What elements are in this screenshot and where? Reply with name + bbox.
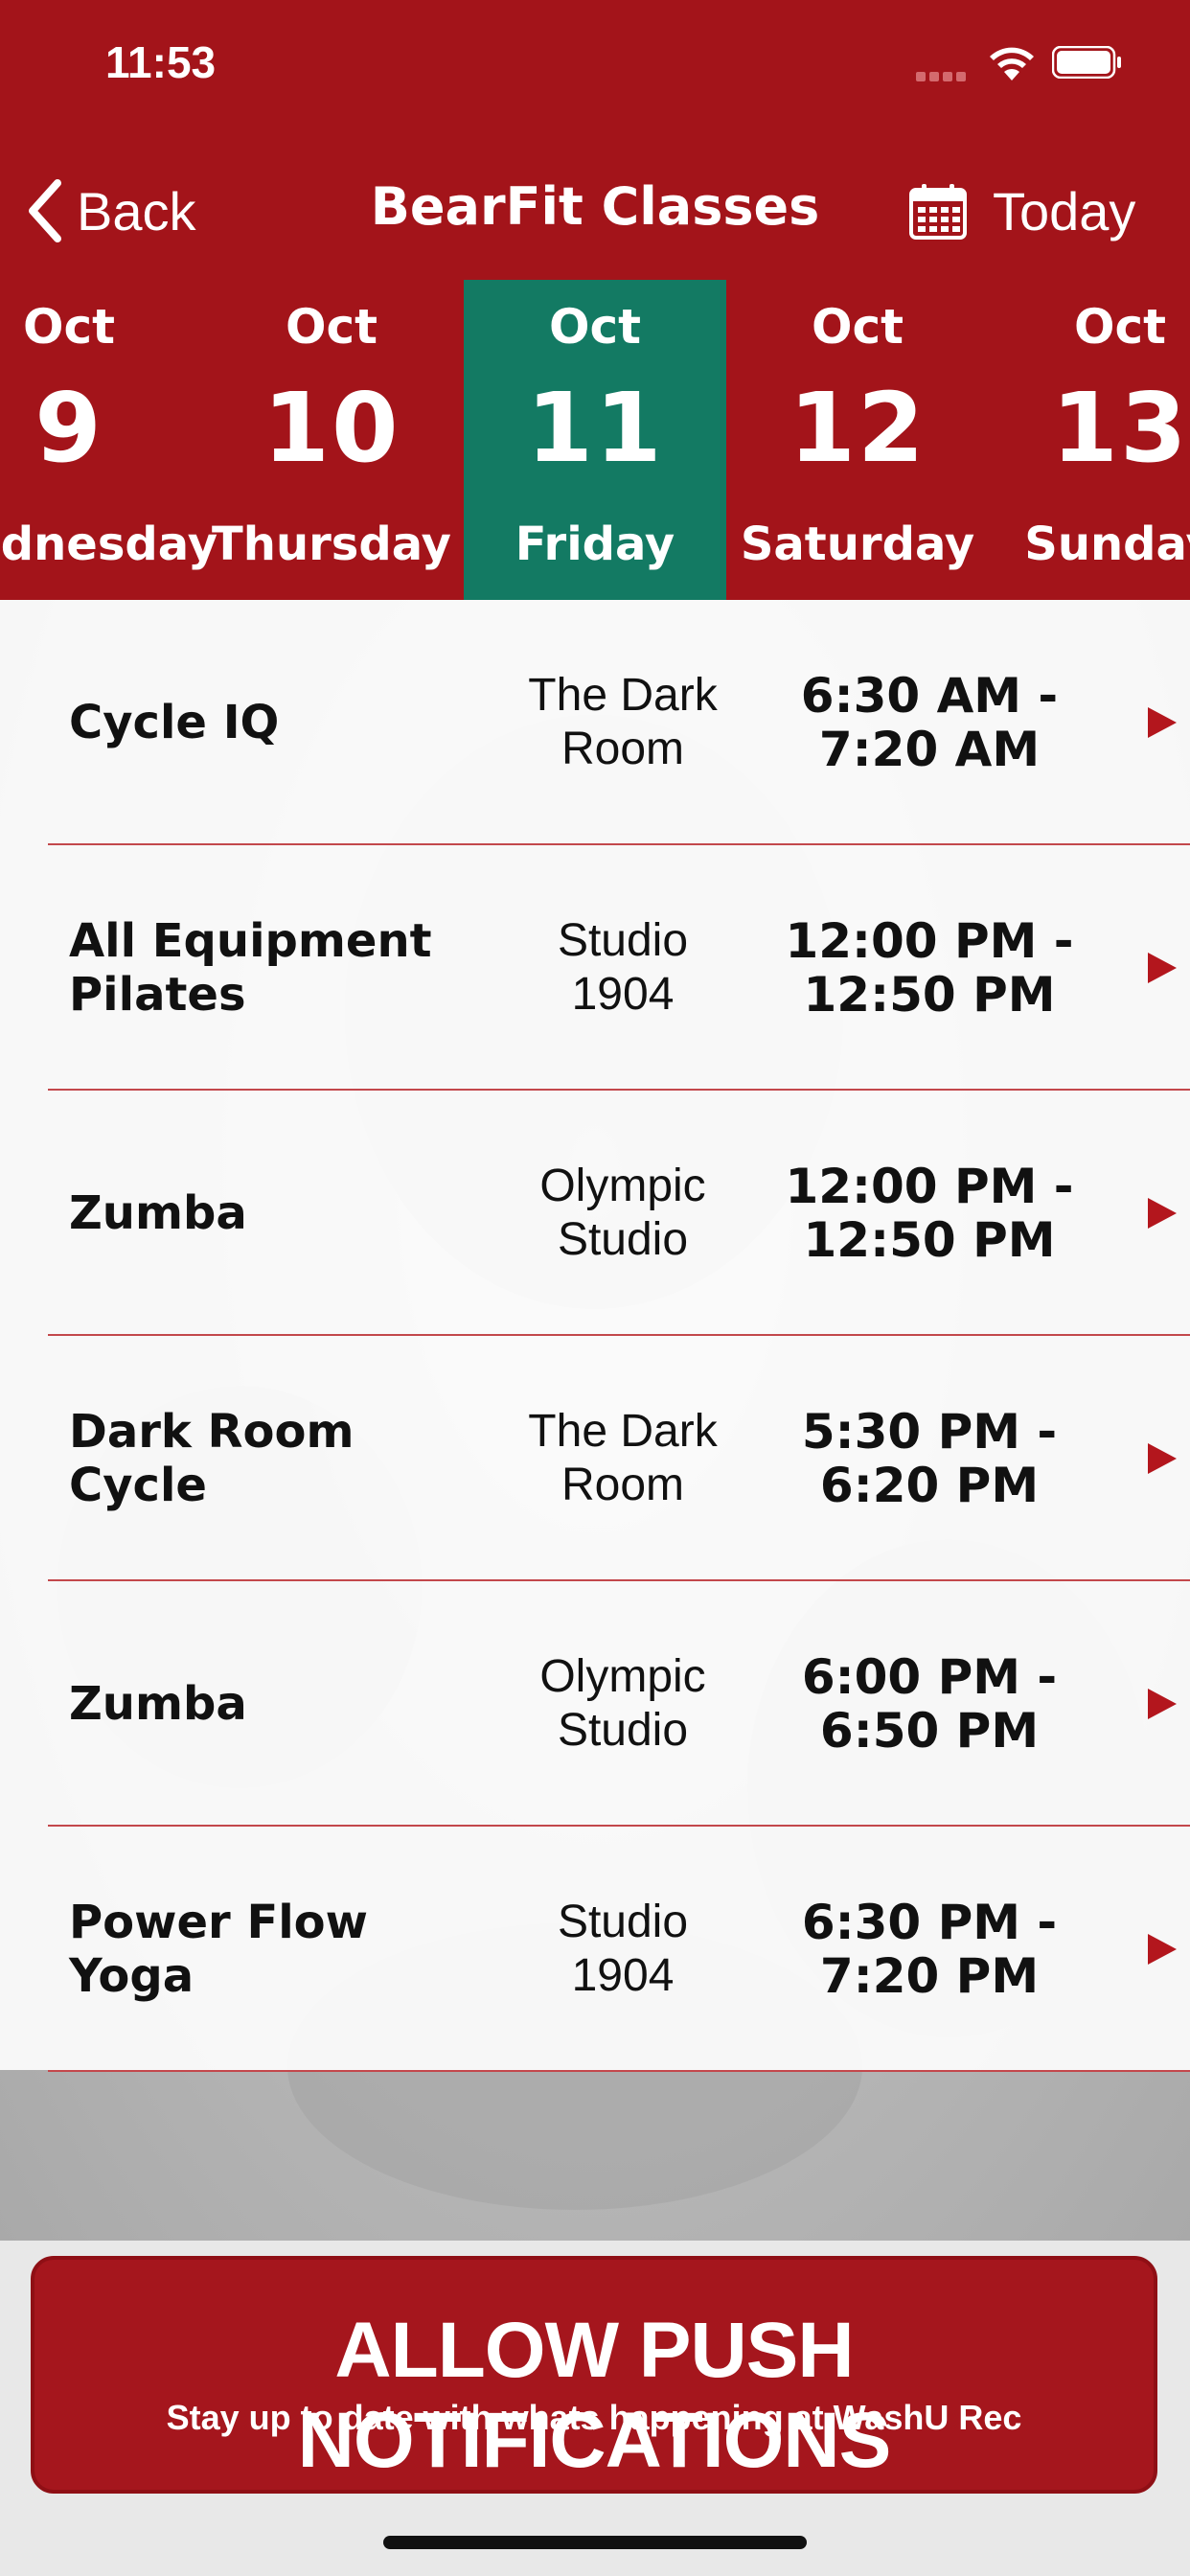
play-arrow-icon bbox=[1148, 1689, 1177, 1719]
date-oct-13[interactable]: Oct 13 Sunday bbox=[989, 280, 1190, 600]
battery-icon bbox=[1052, 46, 1121, 79]
play-arrow-icon bbox=[1148, 1443, 1177, 1474]
date-month: Oct bbox=[285, 299, 378, 355]
push-banner-title: ALLOW PUSH NOTIFICATIONS bbox=[297, 2307, 892, 2484]
class-name: Zumba bbox=[69, 1186, 247, 1240]
home-indicator bbox=[383, 2536, 807, 2549]
back-button[interactable]: Back bbox=[25, 172, 196, 249]
back-label: Back bbox=[77, 180, 196, 242]
class-time: 5:30 PM - 6:20 PM bbox=[801, 1404, 1058, 1513]
date-month: Oct bbox=[1073, 299, 1167, 355]
date-oct-12[interactable]: Oct 12 Saturday bbox=[726, 280, 989, 600]
class-row[interactable]: Cycle IQ The Dark Room 6:30 AM - 7:20 AM bbox=[0, 600, 1190, 845]
class-time: 12:00 PM - 12:50 PM bbox=[785, 1159, 1074, 1268]
play-arrow-icon bbox=[1148, 707, 1177, 738]
class-time: 6:00 PM - 6:50 PM bbox=[801, 1649, 1058, 1759]
class-row[interactable]: Zumba Olympic Studio 6:00 PM - 6:50 PM bbox=[0, 1581, 1190, 1827]
play-arrow-icon bbox=[1148, 1934, 1177, 1965]
class-room: Studio 1904 bbox=[557, 1897, 689, 2001]
date-selector: Oct 9 Wednesday Oct 10 Thursday Oct 11 F… bbox=[0, 280, 1190, 600]
push-banner-subtitle: Stay up to date with whats happening at … bbox=[166, 2398, 1022, 2437]
class-row[interactable]: All Equipment Pilates Studio 1904 12:00 … bbox=[0, 845, 1190, 1091]
date-oct-10[interactable]: Oct 10 Thursday bbox=[200, 280, 463, 600]
class-name: All Equipment Pilates bbox=[69, 914, 432, 1022]
class-list: Cycle IQ The Dark Room 6:30 AM - 7:20 AM… bbox=[0, 600, 1190, 2072]
calendar-icon bbox=[909, 184, 967, 240]
class-room: Studio 1904 bbox=[557, 915, 689, 1020]
class-name: Cycle IQ bbox=[69, 696, 280, 749]
date-month: Oct bbox=[548, 299, 642, 355]
date-day: 9 bbox=[34, 372, 103, 484]
class-row[interactable]: Power Flow Yoga Studio 1904 6:30 PM - 7:… bbox=[0, 1827, 1190, 2072]
class-room: The Dark Room bbox=[528, 670, 718, 774]
class-time: 6:30 PM - 7:20 PM bbox=[801, 1895, 1058, 2004]
date-day: 11 bbox=[526, 372, 664, 484]
class-room: The Dark Room bbox=[528, 1406, 718, 1510]
date-month: Oct bbox=[22, 299, 116, 355]
class-room: Olympic Studio bbox=[539, 1161, 706, 1265]
wifi-icon bbox=[990, 47, 1034, 80]
status-bar: 11:53 bbox=[0, 0, 1190, 134]
class-time: 6:30 AM - 7:20 AM bbox=[800, 668, 1059, 777]
class-name: Zumba bbox=[69, 1677, 247, 1731]
play-arrow-icon bbox=[1148, 1198, 1177, 1229]
date-month: Oct bbox=[811, 299, 904, 355]
today-button[interactable]: Today bbox=[908, 172, 1135, 249]
navigation-bar: Back BearFit Classes Today bbox=[0, 134, 1190, 280]
date-oct-11-selected[interactable]: Oct 11 Friday bbox=[464, 280, 726, 600]
date-day: 10 bbox=[263, 372, 400, 484]
class-room: Olympic Studio bbox=[539, 1651, 706, 1756]
date-weekday: Sunday bbox=[1024, 518, 1190, 571]
class-row[interactable]: Dark Room Cycle The Dark Room 5:30 PM - … bbox=[0, 1336, 1190, 1581]
row-divider bbox=[48, 2070, 1190, 2072]
date-day: 12 bbox=[789, 372, 927, 484]
play-arrow-icon bbox=[1148, 953, 1177, 983]
class-name: Power Flow Yoga bbox=[69, 1896, 368, 2003]
class-name: Dark Room Cycle bbox=[69, 1405, 355, 1512]
cellular-signal-icon bbox=[916, 69, 975, 81]
status-time: 11:53 bbox=[105, 37, 217, 87]
chevron-left-icon bbox=[29, 179, 61, 242]
date-day: 13 bbox=[1051, 372, 1189, 484]
today-label: Today bbox=[993, 180, 1136, 242]
class-time: 12:00 PM - 12:50 PM bbox=[785, 913, 1074, 1023]
allow-push-notifications-banner[interactable]: ALLOW PUSH NOTIFICATIONS Stay up to date… bbox=[31, 2256, 1157, 2494]
class-row[interactable]: Zumba Olympic Studio 12:00 PM - 12:50 PM bbox=[0, 1091, 1190, 1336]
